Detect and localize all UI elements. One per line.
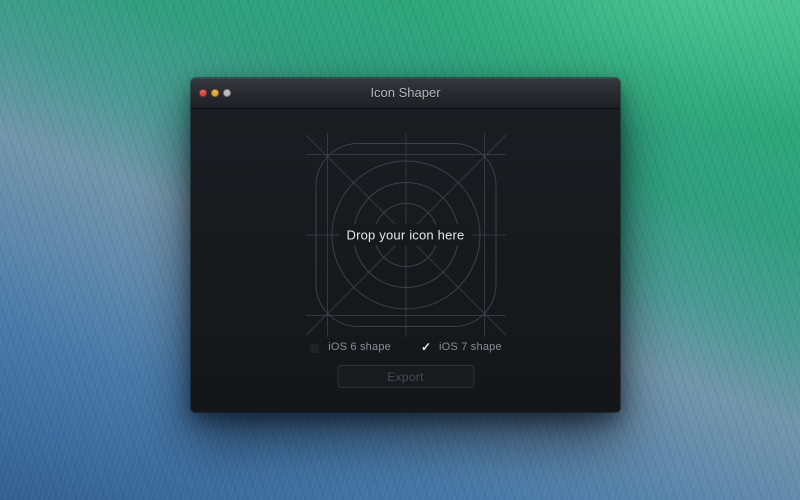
checkmark-icon: ✓ xyxy=(421,342,431,352)
export-button[interactable]: Export xyxy=(337,365,474,388)
window-titlebar[interactable]: Icon Shaper xyxy=(191,78,620,109)
ios6-shape-label: iOS 6 shape xyxy=(328,341,391,353)
ios7-shape-checkbox[interactable]: ✓ iOS 7 shape xyxy=(421,341,502,353)
checkbox-unchecked-icon xyxy=(309,342,320,352)
drop-zone[interactable]: Drop your icon here xyxy=(306,133,506,337)
window-title: Icon Shaper xyxy=(191,78,620,108)
window-content: Drop your icon here iOS 6 shape ✓ iOS 7 … xyxy=(191,109,620,412)
drop-zone-label: Drop your icon here xyxy=(339,225,473,246)
app-window: Icon Shaper xyxy=(191,78,620,412)
ios7-shape-label: iOS 7 shape xyxy=(439,341,502,353)
shape-options: iOS 6 shape ✓ iOS 7 shape xyxy=(191,341,620,353)
ios6-shape-checkbox[interactable]: iOS 6 shape xyxy=(309,341,391,353)
